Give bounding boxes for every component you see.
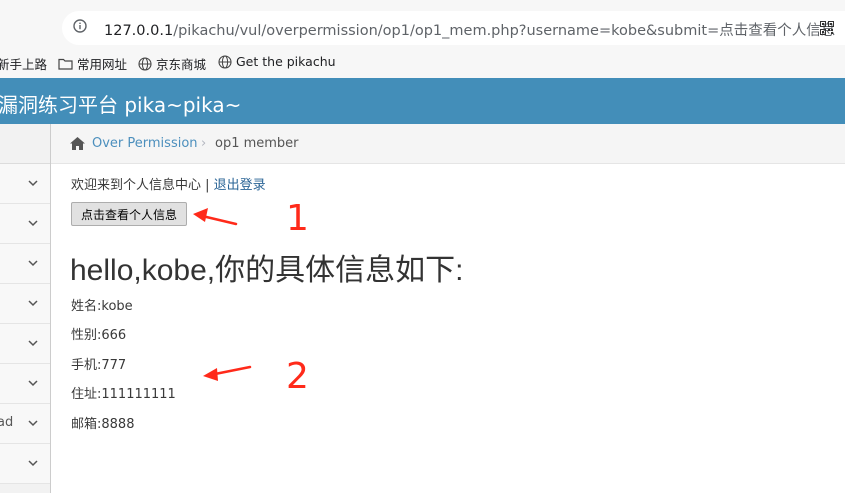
annotation-mark-2: 2 <box>286 356 309 397</box>
annotation-arrow-1 <box>193 208 238 226</box>
annotation-mark-1: 1 <box>286 198 309 239</box>
annotation-overlay: 1 2 <box>193 198 309 397</box>
annotation-arrow-2 <box>203 365 252 381</box>
